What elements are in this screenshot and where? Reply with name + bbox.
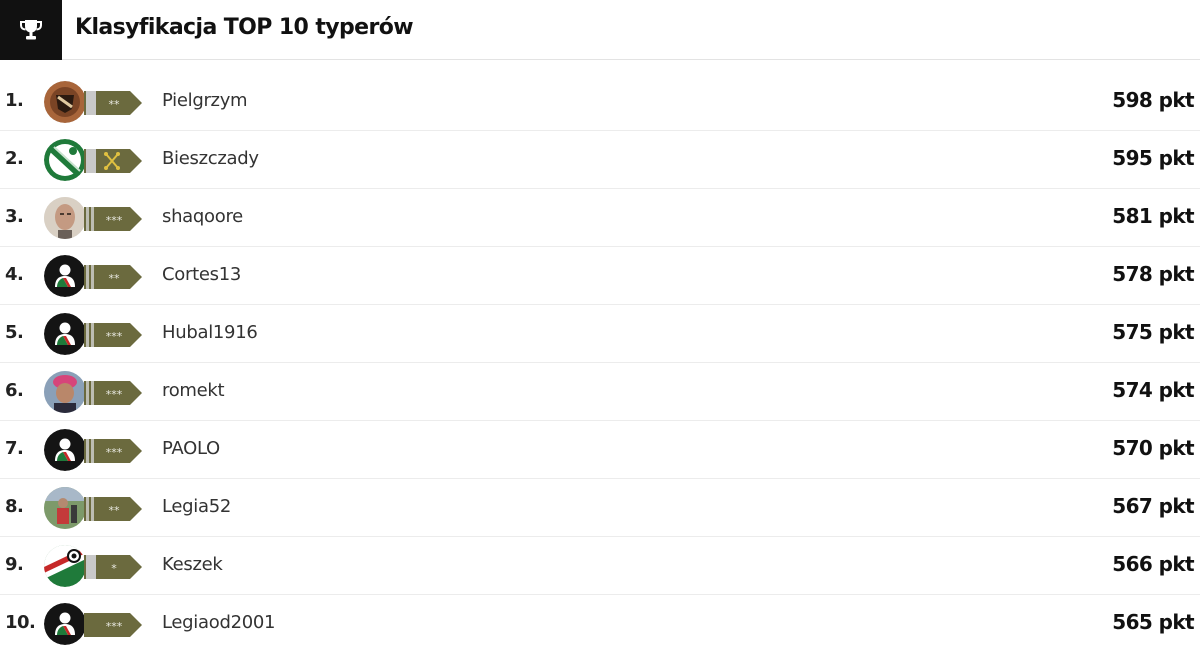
user-avatar[interactable] — [44, 139, 86, 181]
user-name-link[interactable]: romekt — [162, 380, 225, 401]
points-value: 574 pkt — [1112, 378, 1194, 402]
ranking-header: Klasyfikacja TOP 10 typerów — [0, 0, 1200, 60]
points-value: 565 pkt — [1112, 610, 1194, 634]
user-name-link[interactable]: Legia52 — [162, 496, 231, 517]
rank-badge-icon: ** — [84, 90, 144, 116]
rank-number: 3. — [5, 206, 24, 227]
rank-number: 1. — [5, 90, 24, 111]
rank-badge-icon: *** — [84, 438, 144, 464]
user-name-link[interactable]: Hubal1916 — [162, 322, 258, 343]
rank-number: 9. — [5, 554, 24, 575]
ranking-row: 3. *** shaqoore 581 pkt — [0, 189, 1200, 247]
rank-number: 7. — [5, 438, 24, 459]
rank-badge-icon: *** — [84, 380, 144, 406]
svg-text:**: ** — [109, 504, 121, 517]
svg-text:***: *** — [106, 446, 123, 459]
points-value: 581 pkt — [1112, 204, 1194, 228]
rank-number: 5. — [5, 322, 24, 343]
user-name-link[interactable]: PAOLO — [162, 438, 220, 459]
user-avatar[interactable] — [44, 255, 86, 297]
user-name-link[interactable]: Cortes13 — [162, 264, 241, 285]
ranking-row: 1. ** Pielgrzym 598 pkt — [0, 73, 1200, 131]
points-value: 567 pkt — [1112, 494, 1194, 518]
points-value: 598 pkt — [1112, 88, 1194, 112]
user-avatar[interactable] — [44, 313, 86, 355]
points-value: 570 pkt — [1112, 436, 1194, 460]
svg-text:***: *** — [106, 388, 123, 401]
ranking-list: 1. ** Pielgrzym 598 pkt 2. Bieszczady 595 pkt 3… — [0, 73, 1200, 653]
user-avatar[interactable] — [44, 371, 86, 413]
rank-badge-icon: *** — [84, 322, 144, 348]
rank-number: 2. — [5, 148, 24, 169]
points-value: 566 pkt — [1112, 552, 1194, 576]
user-avatar[interactable] — [44, 545, 86, 587]
rank-badge-icon: ** — [84, 264, 144, 290]
user-avatar[interactable] — [44, 429, 86, 471]
trophy-icon — [20, 20, 42, 40]
rank-badge-icon: * — [84, 554, 144, 580]
ranking-row: 10. *** Legiaod2001 565 pkt — [0, 595, 1200, 653]
rank-badge-icon: *** — [84, 206, 144, 232]
user-avatar[interactable] — [44, 603, 86, 645]
svg-text:**: ** — [109, 272, 121, 285]
trophy-icon-box — [0, 0, 62, 60]
rank-badge-icon — [84, 148, 144, 174]
ranking-row: 2. Bieszczady 595 pkt — [0, 131, 1200, 189]
ranking-row: 4. ** Cortes13 578 pkt — [0, 247, 1200, 305]
ranking-row: 5. *** Hubal1916 575 pkt — [0, 305, 1200, 363]
rank-number: 6. — [5, 380, 24, 401]
svg-text:***: *** — [106, 330, 123, 343]
user-avatar[interactable] — [44, 487, 86, 529]
rank-badge-icon: ** — [84, 496, 144, 522]
rank-number: 4. — [5, 264, 24, 285]
points-value: 578 pkt — [1112, 262, 1194, 286]
page-title: Klasyfikacja TOP 10 typerów — [75, 15, 414, 40]
svg-text:***: *** — [106, 214, 123, 227]
user-name-link[interactable]: Pielgrzym — [162, 90, 248, 111]
user-name-link[interactable]: Legiaod2001 — [162, 612, 276, 633]
ranking-row: 9. * Keszek 566 pkt — [0, 537, 1200, 595]
rank-badge-icon: *** — [84, 612, 144, 638]
user-name-link[interactable]: Keszek — [162, 554, 223, 575]
user-avatar[interactable] — [44, 197, 86, 239]
rank-number: 10. — [5, 612, 36, 633]
ranking-row: 7. *** PAOLO 570 pkt — [0, 421, 1200, 479]
svg-text:***: *** — [106, 620, 123, 633]
points-value: 575 pkt — [1112, 320, 1194, 344]
points-value: 595 pkt — [1112, 146, 1194, 170]
ranking-row: 8. ** Legia52 567 pkt — [0, 479, 1200, 537]
rank-number: 8. — [5, 496, 24, 517]
svg-text:**: ** — [109, 98, 121, 111]
user-name-link[interactable]: Bieszczady — [162, 148, 259, 169]
ranking-row: 6. *** romekt 574 pkt — [0, 363, 1200, 421]
svg-text:*: * — [111, 562, 117, 575]
user-name-link[interactable]: shaqoore — [162, 206, 243, 227]
user-avatar[interactable] — [44, 81, 86, 123]
